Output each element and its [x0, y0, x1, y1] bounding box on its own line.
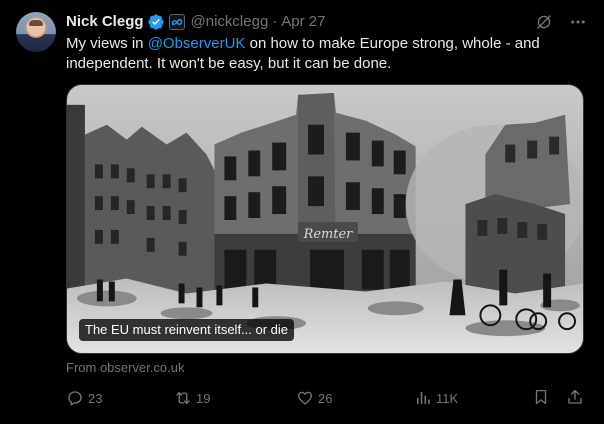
- author-name[interactable]: Nick Clegg: [66, 12, 144, 32]
- mention-link[interactable]: @ObserverUK: [148, 35, 246, 52]
- reply-icon: [66, 389, 84, 407]
- more-icon[interactable]: [568, 12, 588, 32]
- card-source[interactable]: From observer.co.uk: [66, 360, 588, 376]
- like-icon: [296, 389, 314, 407]
- like-count: 26: [318, 390, 333, 406]
- like-button[interactable]: 26: [296, 389, 414, 407]
- repost-icon: [174, 389, 192, 407]
- storefront-sign: Remter: [303, 227, 354, 242]
- tweet-actions: 23 19 26 11K: [66, 388, 584, 408]
- verified-badge-icon[interactable]: [147, 13, 165, 31]
- tweet-text: My views in @ObserverUK on how to make E…: [66, 34, 566, 74]
- grok-icon[interactable]: [534, 12, 554, 32]
- views-button[interactable]: 11K: [414, 389, 532, 407]
- views-icon: [414, 389, 432, 407]
- repost-count: 19: [196, 390, 211, 406]
- tweet-content: Nick Clegg @nickclegg · Apr 27 My views …: [66, 12, 588, 424]
- author-handle[interactable]: @nickclegg: [191, 12, 269, 32]
- bookmark-icon[interactable]: [532, 388, 550, 409]
- share-icon[interactable]: [566, 388, 584, 409]
- repost-button[interactable]: 19: [174, 389, 296, 407]
- views-count: 11K: [436, 390, 459, 406]
- secondary-actions: [532, 388, 584, 409]
- link-card[interactable]: Remter The EU must reinvent itself... or…: [66, 84, 584, 354]
- tweet-text-start: My views in: [66, 35, 148, 52]
- card-photo: Remter: [67, 85, 583, 353]
- reply-button[interactable]: 23: [66, 389, 174, 407]
- card-caption: The EU must reinvent itself... or die: [79, 319, 295, 341]
- tweet-header: Nick Clegg @nickclegg · Apr 27: [66, 12, 588, 32]
- tweet-date[interactable]: Apr 27: [281, 12, 325, 32]
- header-separator: ·: [272, 13, 278, 30]
- avatar-column: [16, 12, 56, 424]
- reply-count: 23: [88, 390, 103, 406]
- tweet[interactable]: Nick Clegg @nickclegg · Apr 27 My views …: [0, 0, 604, 424]
- header-actions: [534, 12, 588, 32]
- avatar[interactable]: [16, 12, 56, 52]
- meta-affiliate-icon[interactable]: [168, 14, 185, 30]
